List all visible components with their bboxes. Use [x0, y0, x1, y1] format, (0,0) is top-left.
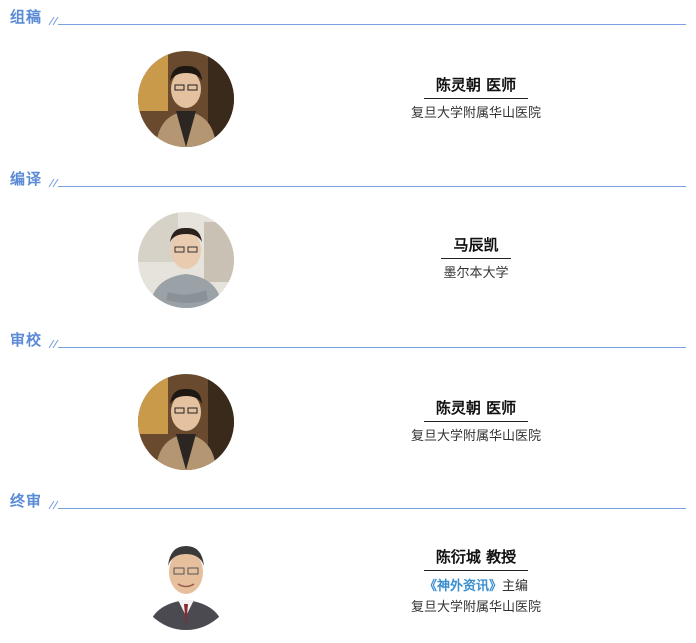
section-header: 审校 — [0, 329, 696, 355]
avatar — [138, 51, 234, 147]
section-divider — [58, 186, 686, 187]
section-title: 编译 — [10, 170, 43, 188]
section-review: 审校 陈灵朝 医师 复旦大学附属华山医院 — [0, 329, 696, 479]
section-final-review: 终审 陈衍城 教授 《神外资讯》主编 复旦大学附属华山医院 — [0, 490, 696, 643]
person-affiliation: 复旦大学附属华山医院 — [410, 600, 541, 615]
section-title: 组稿 — [10, 8, 43, 26]
person-info: 陈灵朝 医师 复旦大学附属华山医院 — [376, 74, 576, 123]
person-name: 陈灵朝 医师 — [423, 74, 529, 99]
person-info: 陈衍城 教授 《神外资讯》主编 复旦大学附属华山医院 — [376, 546, 576, 617]
person-info: 马辰凯 墨尔本大学 — [376, 234, 576, 283]
person-name: 陈衍城 教授 — [423, 546, 529, 571]
avatar — [138, 534, 234, 630]
person-affiliation: 复旦大学附属华山医院 — [410, 429, 541, 444]
avatar — [138, 374, 234, 470]
journal-role: 主编 — [502, 579, 529, 594]
person-name: 马辰凯 — [441, 234, 511, 259]
section-organize: 组稿 陈灵朝 医师 复旦大学附属华山医院 — [0, 6, 696, 156]
section-translate: 编译 马辰凯 墨尔本大学 — [0, 168, 696, 318]
section-divider — [58, 508, 686, 509]
section-title: 终审 — [10, 492, 43, 510]
section-divider — [58, 24, 686, 25]
section-title: 审校 — [10, 331, 43, 349]
person-info: 陈灵朝 医师 复旦大学附属华山医院 — [376, 397, 576, 446]
section-header: 组稿 — [0, 6, 696, 32]
journal-name: 《神外资讯》 — [423, 579, 502, 594]
section-header: 终审 — [0, 490, 696, 516]
person-role: 《神外资讯》主编 — [376, 578, 576, 596]
section-divider — [58, 347, 686, 348]
avatar — [138, 212, 234, 308]
section-header: 编译 — [0, 168, 696, 194]
person-affiliation: 墨尔本大学 — [443, 266, 509, 281]
person-name: 陈灵朝 医师 — [423, 397, 529, 422]
person-affiliation: 复旦大学附属华山医院 — [410, 106, 541, 121]
